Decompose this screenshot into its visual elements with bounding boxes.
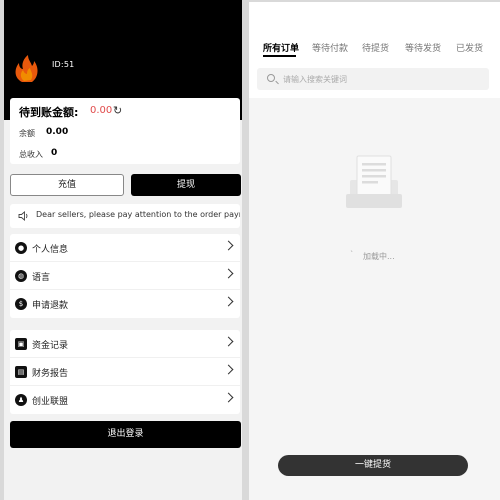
chevron-right-icon (223, 240, 234, 251)
refund-icon: $ (15, 298, 27, 310)
menu-item-label: 资金记录 (32, 341, 69, 351)
user-id: ID:51 (52, 60, 75, 69)
menu-item-label: 语言 (32, 273, 51, 283)
tab-awaiting-payment[interactable]: 等待付款 (312, 41, 348, 54)
user-icon: ● (15, 242, 27, 254)
orders-panel: 所有订单 等待付款 待提货 等待发货 已发货 ˋ 加载中... 一键提货 (249, 2, 500, 500)
menu-item-label: 申请退款 (32, 301, 69, 311)
balance-value: 0.00 (46, 127, 69, 137)
withdraw-button[interactable]: 提现 (131, 174, 241, 196)
wallet-icon: ▣ (15, 338, 27, 350)
notice-bar[interactable]: Dear sellers, please pay attention to th… (10, 204, 240, 228)
total-income-value: 0 (51, 148, 58, 158)
flame-logo-icon (10, 50, 44, 84)
menu-group-profile: ● 个人信息 ◍ 语言 $ 申请退款 (10, 234, 240, 318)
tab-all-orders[interactable]: 所有订单 (263, 41, 299, 54)
menu-item-alliance[interactable]: ♟ 创业联盟 (10, 386, 240, 414)
menu-group-finance: ▣ 资金记录 ▤ 财务报告 ♟ 创业联盟 (10, 330, 240, 414)
logout-button[interactable]: 退出登录 (10, 421, 241, 448)
balance-card: 待到账金额: 0.00 ↻ 余额 0.00 总收入 0 (10, 98, 240, 164)
pending-amount-value: 0.00 (90, 105, 113, 116)
refresh-icon[interactable]: ↻ (113, 104, 122, 117)
menu-item-language[interactable]: ◍ 语言 (10, 262, 240, 290)
menu-item-label: 财务报告 (32, 369, 69, 379)
order-search-box[interactable] (257, 68, 489, 90)
report-icon: ▤ (15, 366, 27, 378)
menu-item-financial-report[interactable]: ▤ 财务报告 (10, 358, 240, 386)
menu-item-label: 创业联盟 (32, 397, 69, 407)
empty-orders-icon (346, 155, 402, 208)
loading-text: 加载中... (363, 252, 395, 261)
total-income-label: 总收入 (19, 150, 43, 159)
search-icon (267, 74, 275, 82)
chevron-right-icon (223, 268, 234, 279)
tab-awaiting-shipment[interactable]: 等待发货 (405, 41, 441, 54)
tab-awaiting-pickup[interactable]: 待提货 (362, 41, 389, 54)
speaker-icon (18, 211, 28, 221)
menu-item-personal-info[interactable]: ● 个人信息 (10, 234, 240, 262)
menu-item-fund-records[interactable]: ▣ 资金记录 (10, 330, 240, 358)
chevron-right-icon (223, 296, 234, 307)
chevron-right-icon (223, 392, 234, 403)
menu-item-label: 个人信息 (32, 245, 69, 255)
one-click-pickup-button[interactable]: 一键提货 (278, 455, 468, 476)
chevron-right-icon (223, 336, 234, 347)
active-tab-indicator (263, 55, 296, 57)
loading-spinner-icon: ˋ (350, 250, 354, 259)
menu-item-refund[interactable]: $ 申请退款 (10, 290, 240, 318)
alliance-icon: ♟ (15, 394, 27, 406)
chevron-right-icon (223, 364, 234, 375)
search-input[interactable] (283, 68, 483, 90)
account-panel: ID:51 待到账金额: 0.00 ↻ 余额 0.00 总收入 0 充值 提现 … (4, 0, 242, 500)
recharge-button[interactable]: 充值 (10, 174, 124, 196)
balance-label: 余额 (19, 129, 35, 138)
order-tabs-header: 所有订单 等待付款 待提货 等待发货 已发货 (249, 2, 500, 98)
tab-shipped[interactable]: 已发货 (456, 41, 483, 54)
pending-amount-label: 待到账金额: (19, 106, 79, 119)
notice-text: Dear sellers, please pay attention to th… (36, 210, 240, 219)
globe-icon: ◍ (15, 270, 27, 282)
